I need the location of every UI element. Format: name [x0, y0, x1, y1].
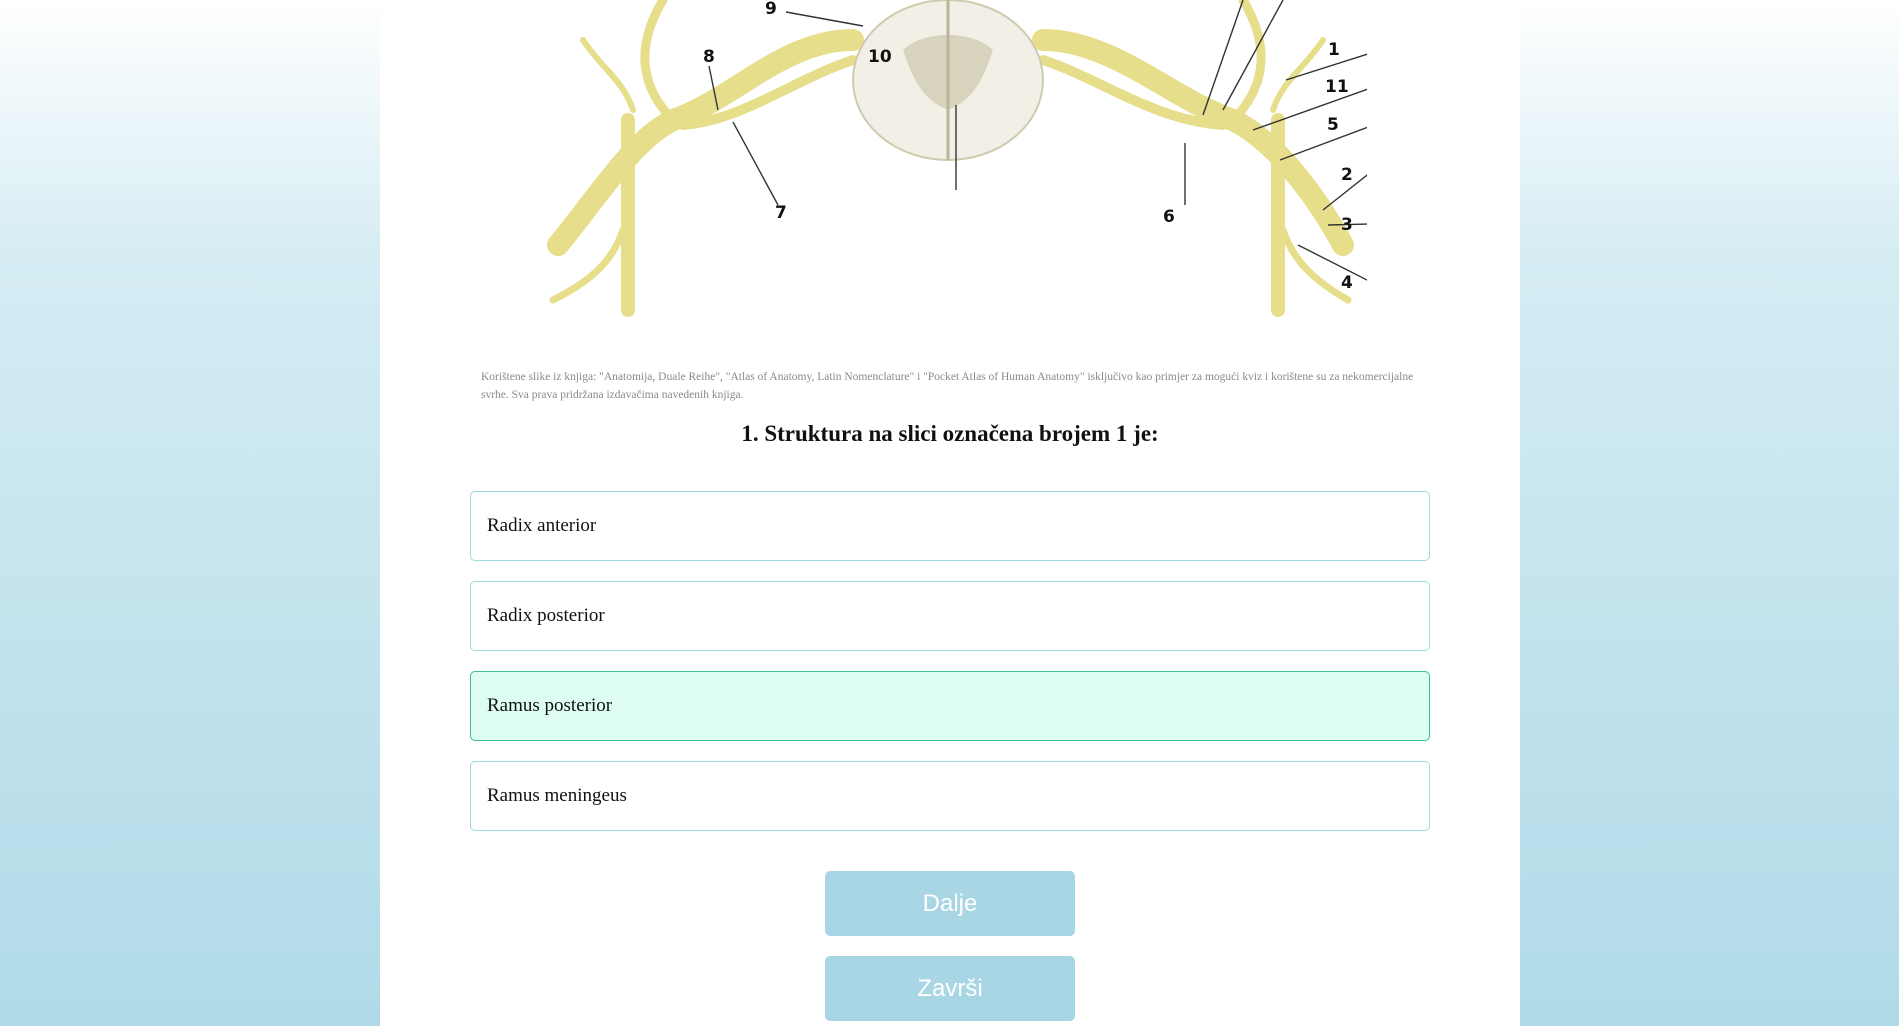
finish-button[interactable]: Završi	[825, 956, 1075, 1021]
label-3: 3	[1341, 215, 1353, 235]
answer-option-3[interactable]: Ramus posterior	[470, 671, 1430, 741]
answer-option-4[interactable]: Ramus meningeus	[470, 761, 1430, 831]
right-nerve	[1032, 0, 1354, 317]
label-10: 10	[868, 47, 892, 67]
next-button[interactable]: Dalje	[825, 871, 1075, 936]
answer-options: Radix anterior Radix posterior Ramus pos…	[470, 491, 1430, 851]
label-1: 1	[1328, 40, 1340, 60]
label-11: 11	[1325, 77, 1349, 97]
label-5: 5	[1327, 115, 1339, 135]
question-title: 1. Struktura na slici označena brojem 1 …	[741, 421, 1159, 446]
label-4: 4	[1341, 273, 1353, 293]
label-7: 7	[775, 203, 787, 223]
image-credit: Korištene slike iz knjiga: "Anatomija, D…	[481, 371, 1414, 401]
quiz-panel: 9 10 8 7 1 11 5 2 3 4 6 Korištene slike …	[380, 0, 1520, 1026]
spinal-nerve-illustration: 9 10 8 7 1 11 5 2 3 4 6	[547, 0, 1367, 317]
answer-option-2[interactable]: Radix posterior	[470, 581, 1430, 651]
label-9: 9	[765, 0, 777, 19]
anatomy-figure: 9 10 8 7 1 11 5 2 3 4 6	[533, 0, 1367, 330]
label-8: 8	[703, 47, 715, 67]
label-2: 2	[1341, 165, 1353, 185]
answer-option-1[interactable]: Radix anterior	[470, 491, 1430, 561]
spinal-cord	[852, 0, 1044, 161]
label-6: 6	[1163, 207, 1175, 227]
